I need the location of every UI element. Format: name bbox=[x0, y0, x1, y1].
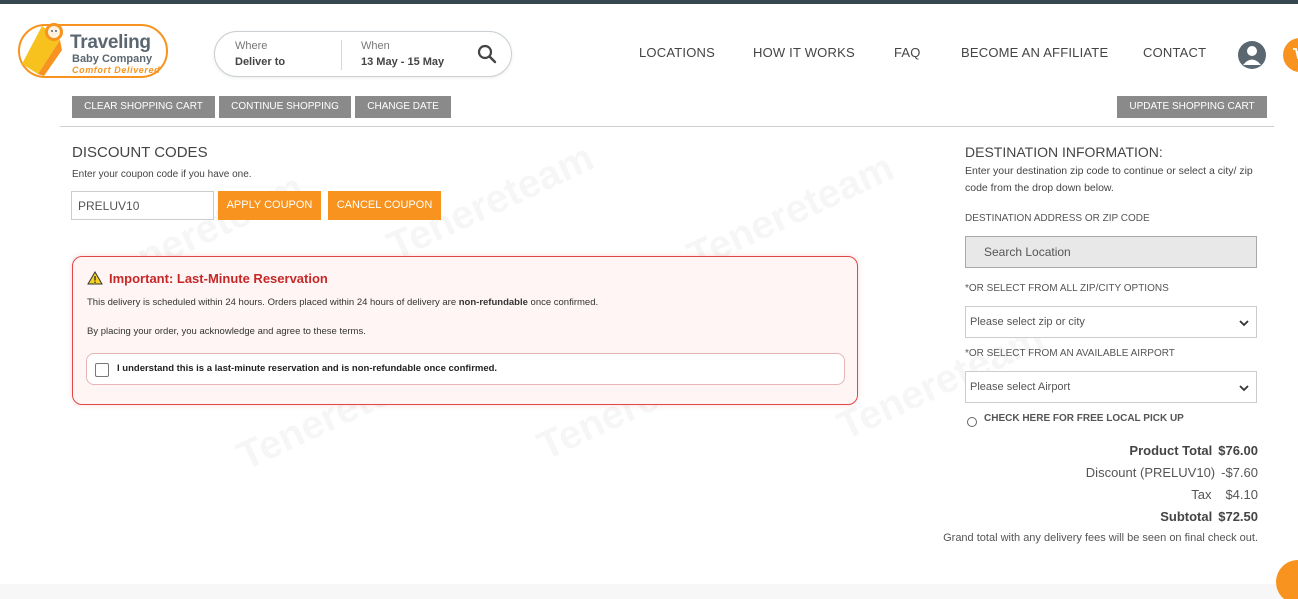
product-total-label: Product Total bbox=[1129, 443, 1213, 458]
chevron-down-icon bbox=[1239, 320, 1249, 327]
site-logo[interactable]: Traveling Baby Company Comfort Delivered bbox=[18, 23, 168, 78]
tax-label: Tax bbox=[1191, 487, 1212, 502]
search-location-button[interactable]: Search Location bbox=[965, 236, 1257, 268]
alert-title: Important: Last-Minute Reservation bbox=[109, 271, 328, 286]
product-total-value: $76.00 bbox=[1218, 443, 1258, 458]
subtotal-label: Subtotal bbox=[1160, 509, 1213, 524]
alert-description: This delivery is scheduled within 24 hou… bbox=[87, 297, 599, 308]
airport-select-value: Please select Airport bbox=[970, 381, 1071, 393]
grand-total-note: Grand total with any delivery fees will … bbox=[943, 532, 1258, 544]
when-label: When bbox=[361, 40, 390, 52]
alert-terms-text: By placing your order, you acknowledge a… bbox=[87, 326, 366, 337]
logo-name-line2: Baby Company bbox=[72, 53, 153, 65]
discount-title: DISCOUNT CODES bbox=[72, 144, 208, 161]
search-icon[interactable] bbox=[477, 44, 497, 64]
discount-label: Discount (PRELUV10) bbox=[1085, 465, 1216, 480]
tax-value: $4.10 bbox=[1225, 487, 1258, 502]
logo-tagline: Comfort Delivered bbox=[72, 65, 161, 75]
subtotal-value: $72.50 bbox=[1218, 509, 1258, 524]
continue-shopping-button[interactable]: CONTINUE SHOPPING bbox=[219, 96, 351, 118]
logo-name-line1: Traveling bbox=[70, 32, 151, 53]
acknowledge-row[interactable]: I understand this is a last-minute reser… bbox=[86, 353, 845, 385]
clear-cart-button[interactable]: CLEAR SHOPPING CART bbox=[72, 96, 215, 118]
tax-row: Tax $4.10 bbox=[1191, 487, 1258, 502]
change-date-button[interactable]: CHANGE DATE bbox=[355, 96, 451, 118]
cart-icon[interactable] bbox=[1283, 38, 1298, 72]
local-pickup-label[interactable]: CHECK HERE FOR FREE LOCAL PICK UP bbox=[984, 413, 1184, 424]
airport-select[interactable]: Please select Airport bbox=[965, 371, 1257, 403]
destination-address-label: DESTINATION ADDRESS OR ZIP CODE bbox=[965, 213, 1150, 224]
apply-coupon-button[interactable]: APPLY COUPON bbox=[218, 191, 321, 220]
nav-faq[interactable]: FAQ bbox=[894, 45, 921, 60]
chat-icon[interactable] bbox=[1276, 560, 1298, 599]
subtotal-row: Subtotal $72.50 bbox=[1160, 509, 1258, 524]
zip-options-label: *OR SELECT FROM ALL ZIP/CITY OPTIONS bbox=[965, 283, 1169, 294]
chevron-down-icon bbox=[1239, 385, 1249, 392]
warning-icon bbox=[87, 271, 103, 285]
product-total-row: Product Total $76.00 bbox=[1129, 443, 1258, 458]
site-header: Traveling Baby Company Comfort Delivered… bbox=[0, 4, 1298, 96]
nav-contact[interactable]: CONTACT bbox=[1143, 45, 1206, 60]
coupon-code-input[interactable] bbox=[71, 191, 214, 220]
local-pickup-radio[interactable] bbox=[967, 417, 977, 427]
nav-locations[interactable]: LOCATIONS bbox=[639, 45, 715, 60]
where-label: Where bbox=[235, 40, 268, 52]
last-minute-alert: Important: Last-Minute Reservation This … bbox=[72, 256, 858, 405]
zip-city-select[interactable]: Please select zip or city bbox=[965, 306, 1257, 338]
discount-row: Discount (PRELUV10) -$7.60 bbox=[1086, 465, 1258, 480]
update-cart-button[interactable]: UPDATE SHOPPING CART bbox=[1117, 96, 1267, 118]
airport-options-label: *OR SELECT FROM AN AVAILABLE AIRPORT bbox=[965, 348, 1175, 359]
delivery-search-bar[interactable]: Where Deliver to When 13 May - 15 May bbox=[214, 31, 512, 77]
user-account-icon[interactable] bbox=[1237, 40, 1267, 70]
where-field[interactable]: Deliver to bbox=[235, 56, 285, 68]
nav-how-it-works[interactable]: HOW IT WORKS bbox=[753, 45, 855, 60]
discount-value: -$7.60 bbox=[1221, 465, 1258, 480]
destination-help-text: Enter your destination zip code to conti… bbox=[965, 165, 1253, 194]
destination-title: DESTINATION INFORMATION: bbox=[965, 144, 1163, 160]
section-divider bbox=[60, 126, 1274, 127]
when-field[interactable]: 13 May - 15 May bbox=[361, 56, 444, 68]
nav-become-affiliate[interactable]: BECOME AN AFFILIATE bbox=[961, 45, 1108, 60]
zip-city-select-value: Please select zip or city bbox=[970, 316, 1085, 328]
discount-help-text: Enter your coupon code if you have one. bbox=[72, 169, 252, 180]
footer-band bbox=[0, 584, 1298, 599]
search-divider bbox=[341, 40, 342, 70]
acknowledge-label[interactable]: I understand this is a last-minute reser… bbox=[117, 363, 497, 374]
acknowledge-checkbox[interactable] bbox=[95, 363, 109, 377]
cancel-coupon-button[interactable]: CANCEL COUPON bbox=[328, 191, 441, 220]
baby-logo-icon bbox=[22, 23, 63, 76]
